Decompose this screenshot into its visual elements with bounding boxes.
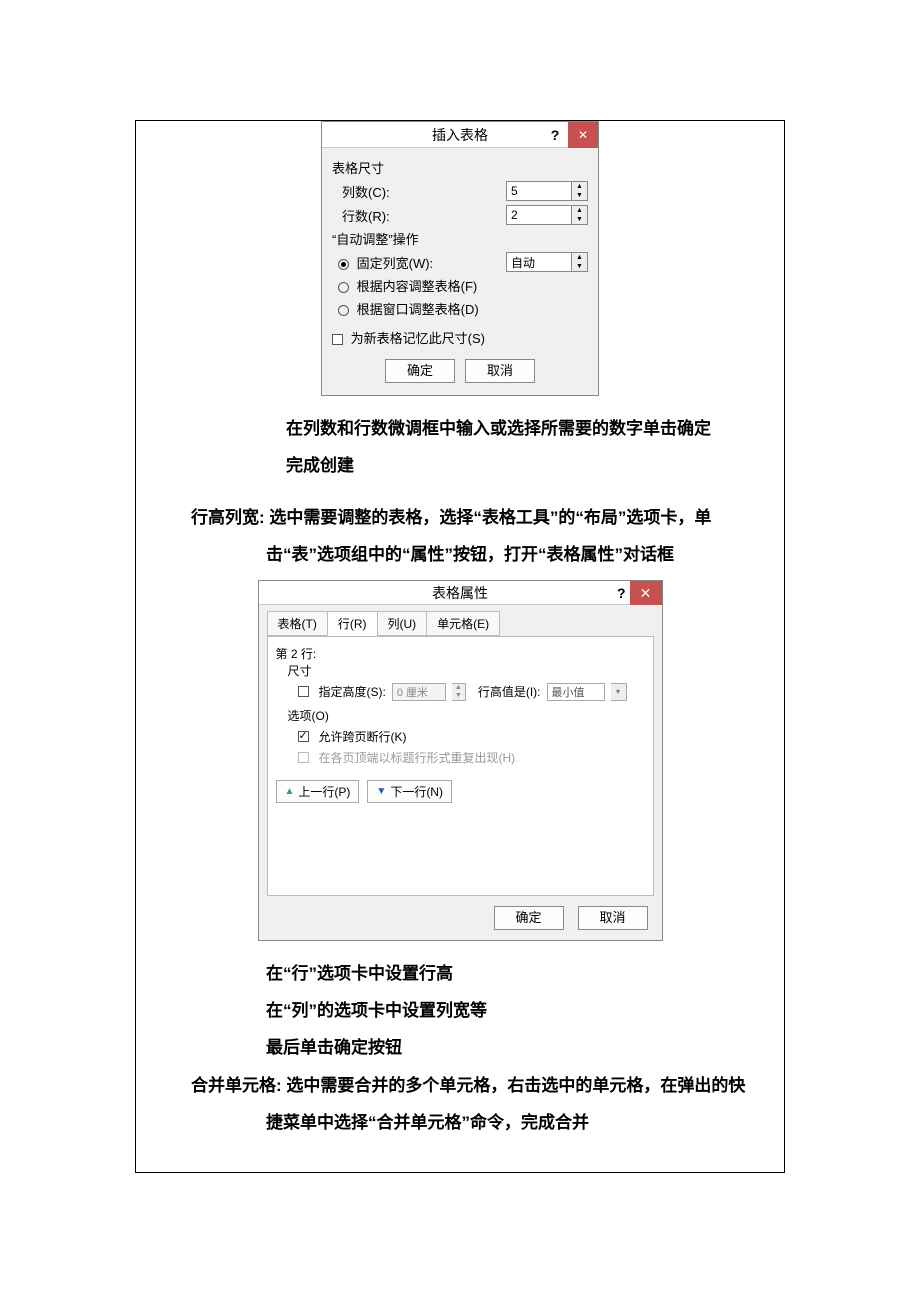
checkbox-specify-height[interactable]: [298, 686, 309, 697]
columns-spinner[interactable]: ▲▼: [572, 181, 588, 201]
section-label: 行高列宽:: [191, 508, 265, 527]
rows-spinner[interactable]: ▲▼: [572, 205, 588, 225]
chevron-down-icon[interactable]: ▾: [611, 683, 627, 701]
tab-cell[interactable]: 单元格(E): [426, 611, 500, 636]
cancel-button[interactable]: 取消: [578, 906, 648, 930]
close-icon[interactable]: ✕: [630, 581, 662, 605]
body-text: 捷菜单中选择“合并单元格”命令，完成合并: [166, 1104, 754, 1141]
cancel-button[interactable]: 取消: [465, 359, 535, 383]
ok-button[interactable]: 确定: [494, 906, 564, 930]
fixed-width-input[interactable]: 自动: [506, 252, 572, 272]
radio-fixed-label: 固定列宽(W):: [357, 256, 434, 271]
body-text: 在列数和行数微调框中输入或选择所需要的数字单击确定: [166, 410, 754, 447]
height-input[interactable]: 0 厘米: [392, 683, 446, 701]
tabs: 表格(T) 行(R) 列(U) 单元格(E): [259, 605, 662, 636]
checkbox-repeat-header: [298, 752, 309, 763]
allow-break-label: 允许跨页断行(K): [319, 728, 407, 745]
body-text: 完成创建: [166, 447, 754, 484]
height-spinner[interactable]: ▲▼: [452, 683, 466, 701]
height-type-select[interactable]: 最小值: [547, 683, 605, 701]
tab-row[interactable]: 行(R): [327, 611, 378, 636]
body-text: 行高列宽: 选中需要调整的表格，选择“表格工具”的“布局”选项卡，单: [166, 499, 754, 536]
tab-panel-row: 第 2 行: 尺寸 指定高度(S): 0 厘米 ▲▼ 行高值是(I): 最小值 …: [267, 636, 654, 896]
rows-label: 行数(R):: [332, 206, 506, 225]
help-icon[interactable]: ?: [544, 122, 566, 148]
radio-fixed-width[interactable]: [338, 259, 349, 270]
body-text: 最后单击确定按钮: [166, 1029, 754, 1066]
fixed-width-spinner[interactable]: ▲▼: [572, 252, 588, 272]
radio-fit-content[interactable]: [338, 282, 349, 293]
body-text: 合并单元格: 选中需要合并的多个单元格，右击选中的单元格，在弹出的快: [166, 1067, 754, 1104]
tab-table[interactable]: 表格(T): [267, 611, 328, 636]
dialog-titlebar: 插入表格 ? ✕: [322, 122, 598, 148]
specify-height-label: 指定高度(S):: [319, 683, 386, 700]
dialog-titlebar: 表格属性 ? ✕: [259, 581, 662, 605]
options-label: 选项(O): [276, 707, 645, 724]
help-icon[interactable]: ?: [617, 581, 626, 605]
size-label: 尺寸: [276, 662, 645, 679]
section-label: 合并单元格:: [191, 1076, 282, 1095]
insert-table-dialog: 插入表格 ? ✕ 表格尺寸 列数(C): 5 ▲▼ 行数(R): 2 ▲▼ “自…: [321, 121, 599, 396]
group-autofit: “自动调整”操作: [332, 229, 588, 248]
radio-fit-window[interactable]: [338, 305, 349, 316]
ok-button[interactable]: 确定: [385, 359, 455, 383]
next-row-button[interactable]: ▼ 下一行(N): [367, 780, 452, 803]
arrow-down-icon: ▼: [376, 786, 386, 797]
checkbox-remember-label: 为新表格记忆此尺寸(S): [351, 331, 485, 346]
body-text: 在“行”选项卡中设置行高: [166, 955, 754, 992]
row-header: 第 2 行:: [276, 645, 645, 662]
arrow-up-icon: ▲: [285, 786, 295, 797]
dialog-title-text: 表格属性: [432, 585, 488, 601]
checkbox-remember-size[interactable]: [332, 334, 343, 345]
prev-row-button[interactable]: ▲ 上一行(P): [276, 780, 360, 803]
group-table-size: 表格尺寸: [332, 158, 588, 177]
checkbox-allow-break[interactable]: [298, 731, 309, 742]
body-text: 在“列”的选项卡中设置列宽等: [166, 992, 754, 1029]
radio-fit-window-label: 根据窗口调整表格(D): [357, 302, 479, 317]
height-is-label: 行高值是(I):: [478, 683, 541, 700]
columns-label: 列数(C):: [332, 182, 506, 201]
body-text: 击“表”选项组中的“属性”按钮，打开“表格属性”对话框: [166, 536, 754, 573]
document-frame: 插入表格 ? ✕ 表格尺寸 列数(C): 5 ▲▼ 行数(R): 2 ▲▼ “自…: [135, 120, 785, 1173]
columns-input[interactable]: 5: [506, 181, 572, 201]
tab-column[interactable]: 列(U): [377, 611, 428, 636]
rows-input[interactable]: 2: [506, 205, 572, 225]
close-icon[interactable]: ✕: [568, 122, 598, 148]
radio-fit-content-label: 根据内容调整表格(F): [357, 279, 478, 294]
table-properties-dialog: 表格属性 ? ✕ 表格(T) 行(R) 列(U) 单元格(E) 第 2 行: 尺…: [258, 580, 663, 941]
repeat-header-label: 在各页顶端以标题行形式重复出现(H): [319, 749, 516, 766]
dialog-title-text: 插入表格: [432, 127, 488, 143]
